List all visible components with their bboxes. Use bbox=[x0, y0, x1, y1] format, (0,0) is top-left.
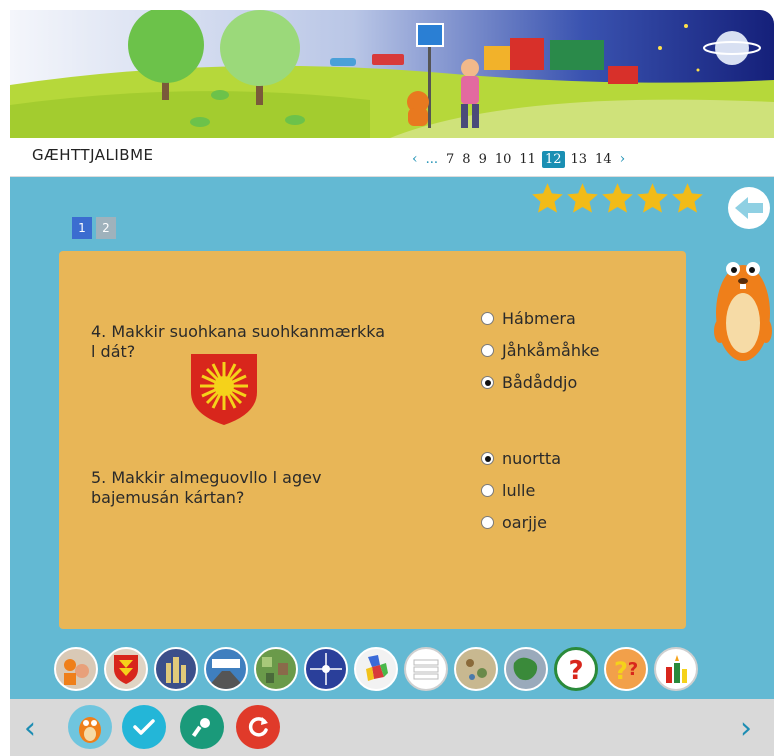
candle-icon[interactable] bbox=[654, 647, 698, 691]
stripes-icon[interactable] bbox=[404, 647, 448, 691]
main-area: 1 2 4. Makkir suohkana suohkanmærkka l d… bbox=[10, 177, 774, 699]
prev-page-arrow[interactable]: ‹ bbox=[24, 711, 36, 746]
road-sign-icon[interactable] bbox=[204, 647, 248, 691]
radio-button[interactable] bbox=[481, 312, 494, 325]
option-label: Hábmera bbox=[502, 309, 576, 328]
region-map-icon[interactable] bbox=[504, 647, 548, 691]
option-nuortta[interactable]: nuortta bbox=[481, 449, 561, 468]
pager-ellipsis[interactable]: ... bbox=[426, 152, 438, 167]
back-button[interactable] bbox=[728, 187, 770, 229]
pager-page[interactable]: 13 bbox=[571, 152, 588, 167]
option-label: Bådåddjo bbox=[502, 373, 578, 392]
city-icon[interactable] bbox=[154, 647, 198, 691]
option-label: lulle bbox=[502, 481, 536, 500]
treasure-map-icon[interactable] bbox=[454, 647, 498, 691]
coat-of-arms-image bbox=[191, 354, 257, 425]
key-button[interactable] bbox=[180, 705, 224, 749]
banner-illustration bbox=[10, 10, 774, 138]
radio-button-selected[interactable] bbox=[481, 376, 494, 389]
option-label: nuortta bbox=[502, 449, 561, 468]
question-text-line: 5. Makkir almeguovllo l agev bbox=[91, 468, 322, 487]
pager-prev-arrow[interactable]: ‹ bbox=[412, 151, 418, 167]
mascot-icon bbox=[79, 717, 101, 743]
topic-icon-row: ? ?? bbox=[10, 647, 774, 699]
title-bar: GÆHTTJALIBME ‹ ... 7 8 9 10 11 12 13 14 … bbox=[10, 138, 774, 177]
star-icon bbox=[567, 183, 598, 213]
colored-map-icon[interactable] bbox=[354, 647, 398, 691]
pager-page[interactable]: 10 bbox=[495, 152, 512, 167]
radio-button-selected[interactable] bbox=[481, 452, 494, 465]
subtab-1[interactable]: 1 bbox=[72, 217, 92, 239]
landscape-icon[interactable] bbox=[254, 647, 298, 691]
radio-button[interactable] bbox=[481, 484, 494, 497]
radio-button[interactable] bbox=[481, 344, 494, 357]
map-people-icon[interactable] bbox=[54, 647, 98, 691]
question-text-line: bajemusán kártan? bbox=[91, 488, 245, 507]
bottom-toolbar: ‹ › bbox=[10, 699, 774, 756]
star-icon bbox=[637, 183, 668, 213]
page-title: GÆHTTJALIBME bbox=[32, 146, 154, 164]
pager-page[interactable]: 14 bbox=[595, 152, 612, 167]
question-icon[interactable]: ? bbox=[554, 647, 598, 691]
coat-of-arms-icon[interactable] bbox=[104, 647, 148, 691]
reset-button[interactable] bbox=[236, 705, 280, 749]
pager-page[interactable]: 8 bbox=[462, 152, 470, 167]
radio-button[interactable] bbox=[481, 516, 494, 529]
question-5-text: 5. Makkir almeguovllo l agev bajemusán k… bbox=[91, 468, 321, 508]
svg-text:?: ? bbox=[628, 659, 638, 680]
subtab-2[interactable]: 2 bbox=[96, 217, 116, 239]
svg-text:?: ? bbox=[568, 656, 583, 686]
pager-page[interactable]: 7 bbox=[446, 152, 454, 167]
option-label: oarjje bbox=[502, 513, 547, 532]
pager-page[interactable]: 9 bbox=[479, 152, 487, 167]
option-lulle[interactable]: lulle bbox=[481, 481, 535, 500]
mascot-character bbox=[714, 262, 772, 361]
question-text-line: 4. Makkir suohkana suohkanmærkka bbox=[91, 322, 386, 341]
mascot-button[interactable] bbox=[68, 705, 112, 749]
option-label: Jåhkåmåhke bbox=[502, 341, 600, 360]
option-jahkamahke[interactable]: Jåhkåmåhke bbox=[481, 341, 600, 360]
svg-text:?: ? bbox=[614, 657, 628, 685]
star-icon bbox=[672, 183, 703, 213]
question-page-tabs: 1 2 bbox=[72, 217, 120, 239]
compass-icon[interactable] bbox=[304, 647, 348, 691]
quiz-panel: 4. Makkir suohkana suohkanmærkka l dát? … bbox=[59, 251, 686, 629]
star-rating bbox=[530, 181, 705, 216]
key-icon bbox=[191, 718, 210, 738]
question-orange-icon[interactable]: ?? bbox=[604, 647, 648, 691]
option-habmera[interactable]: Hábmera bbox=[481, 309, 576, 328]
header-banner bbox=[10, 10, 774, 138]
option-oarjje[interactable]: oarjje bbox=[481, 513, 547, 532]
pager-page-current[interactable]: 12 bbox=[541, 150, 565, 168]
refresh-icon bbox=[248, 717, 268, 737]
check-answers-button[interactable] bbox=[122, 705, 166, 749]
option-badaddjo[interactable]: Bådåddjo bbox=[481, 373, 577, 392]
star-icon bbox=[532, 183, 563, 213]
star-icon bbox=[602, 183, 633, 213]
pagination: ‹ ... 7 8 9 10 11 12 13 14 › bbox=[408, 148, 629, 170]
next-page-arrow[interactable]: › bbox=[740, 711, 752, 746]
pager-next-arrow[interactable]: › bbox=[620, 151, 626, 167]
checkmark-icon bbox=[133, 719, 155, 735]
pager-page[interactable]: 11 bbox=[519, 152, 536, 167]
arrow-left-icon bbox=[735, 197, 763, 219]
